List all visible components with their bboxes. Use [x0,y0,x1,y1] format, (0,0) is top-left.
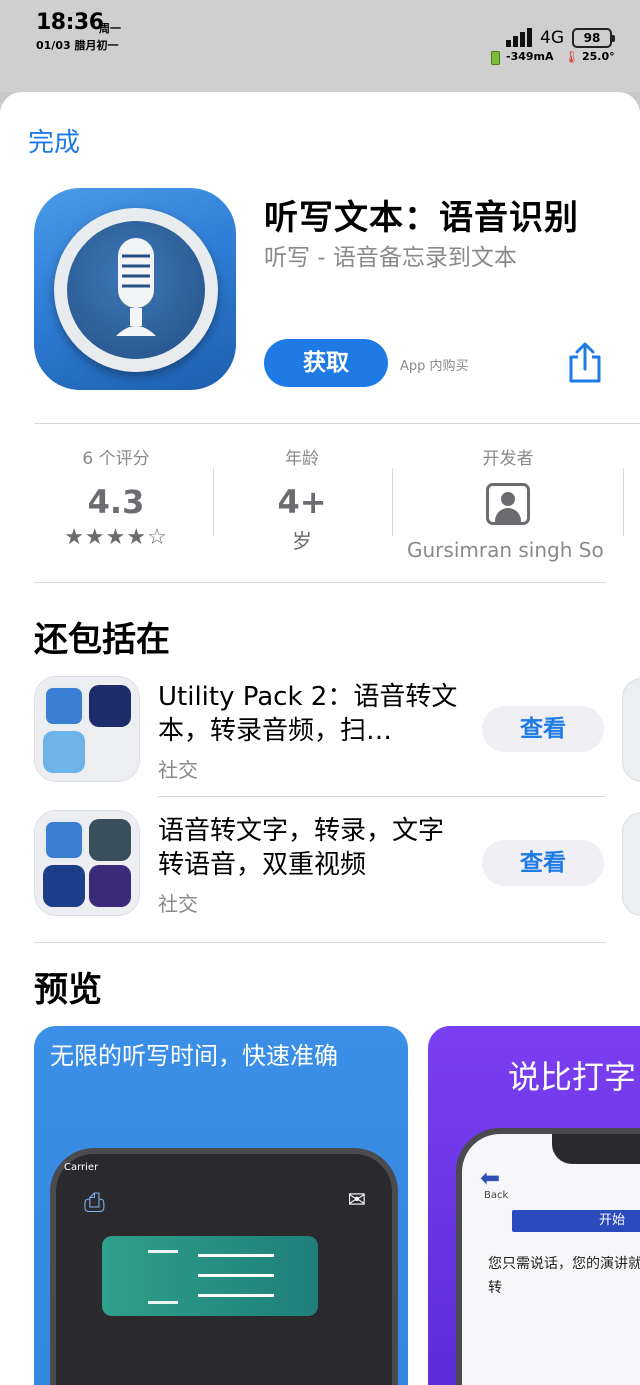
age-value: 4+ [277,483,327,521]
preview-section-title: 预览 [34,970,102,1010]
status-bar: 18:36 周一 01/03 腊月初一 4G 98 -349mA 🌡 25.0° [0,0,640,92]
scan-icon: ⎙ [84,1188,105,1218]
start-button[interactable]: 开始 [512,1210,640,1232]
bundle-title[interactable]: 语音转文字，转录，文字转语音，双重视频 [158,814,458,882]
developer-stat[interactable]: 开发者 [418,444,598,525]
person-icon [486,483,530,525]
ratings-label: 6 个评分 [82,449,150,469]
mic-app-icon [43,865,85,907]
view-button[interactable]: 查看 [482,706,604,752]
thermometer-icon: 🌡 [564,50,580,64]
rating-stars: ★★★★☆ [64,525,168,550]
bundle-category: 社交 [158,758,198,782]
instruction-text: 您只需说话，您的演讲就会立即转 [488,1256,640,1296]
in-app-purchase-label: App 内购买 [400,359,469,374]
bundle-category: 社交 [158,892,198,916]
next-bundle-icon[interactable] [622,812,640,916]
current-readout: -349mA [506,50,554,63]
bundle-title[interactable]: Utility Pack 2：语音转文本，转录音频，扫… [158,680,458,748]
scanner-app-icon [43,731,85,773]
status-time: 18:36 [36,10,104,35]
app-store-sheet: 完成 听写文本：语音识别 听写 - 语音备忘录到文本 获取 App 内购买 6 … [0,92,640,1385]
carrier-label: Carrier [64,1162,99,1173]
network-type: 4G [540,28,564,48]
share-icon[interactable] [566,342,604,384]
developer-name[interactable]: Gursimran singh So [407,538,604,562]
mail-icon: ✉ [347,1188,366,1213]
start-label: 开始 [598,1213,625,1228]
mic-app-icon [43,819,85,861]
phone-frame: ⬅ Back 开始 您只需说话，您的演讲就会立即转 [456,1128,640,1385]
rating-value: 4.3 [87,483,145,521]
checklist-graphic [102,1236,318,1316]
battery-icon: 98 [572,28,615,48]
divider [392,468,393,536]
divider [34,582,606,583]
app-title: 听写文本：语音识别 [264,198,579,238]
bundle-icon[interactable] [34,676,140,782]
back-arrow-icon[interactable]: ⬅ [480,1164,500,1192]
view-button[interactable]: 查看 [482,840,604,886]
back-label[interactable]: Back [484,1190,508,1201]
charging-icon [491,51,500,65]
screenshot-caption: 无限的听写时间，快速准确 [50,1042,338,1070]
app-subtitle: 听写 - 语音备忘录到文本 [264,245,517,271]
age-label: 年龄 [285,449,319,469]
age-unit: 岁 [292,529,312,553]
mic-app-icon [43,685,85,727]
status-weekday: 周一 [99,22,121,35]
get-button[interactable]: 获取 [264,339,388,387]
video-app-icon [89,865,131,907]
microphone-icon [116,238,156,336]
divider [623,468,624,536]
status-date: 01/03 腊月初一 [36,39,119,52]
next-bundle-icon[interactable] [622,678,640,782]
divider [158,796,606,797]
bundle-icon[interactable] [34,810,140,916]
screenshot-caption: 说比打字 [508,1058,637,1096]
app-icon [34,188,236,390]
preview-screenshot[interactable]: 无限的听写时间，快速准确 Carrier ⎙ ✉ [34,1026,408,1385]
preview-screenshot[interactable]: 说比打字 ⬅ Back 开始 您只需说话，您的演讲就会立即转 [428,1026,640,1385]
temperature-readout: 25.0° [582,50,615,63]
bundles-section-title: 还包括在 [34,620,170,660]
done-button[interactable]: 完成 [28,122,80,159]
ratings-stat: 6 个评分 4.3 ★★★★☆ [26,444,206,550]
mic-app-icon [89,685,131,727]
signal-icon [506,27,534,47]
phone-frame: Carrier ⎙ ✉ [50,1148,398,1385]
divider [34,423,640,424]
age-stat: 年龄 4+ 岁 [212,444,392,554]
text-app-icon [89,819,131,861]
developer-label: 开发者 [482,449,534,469]
divider [34,942,606,943]
